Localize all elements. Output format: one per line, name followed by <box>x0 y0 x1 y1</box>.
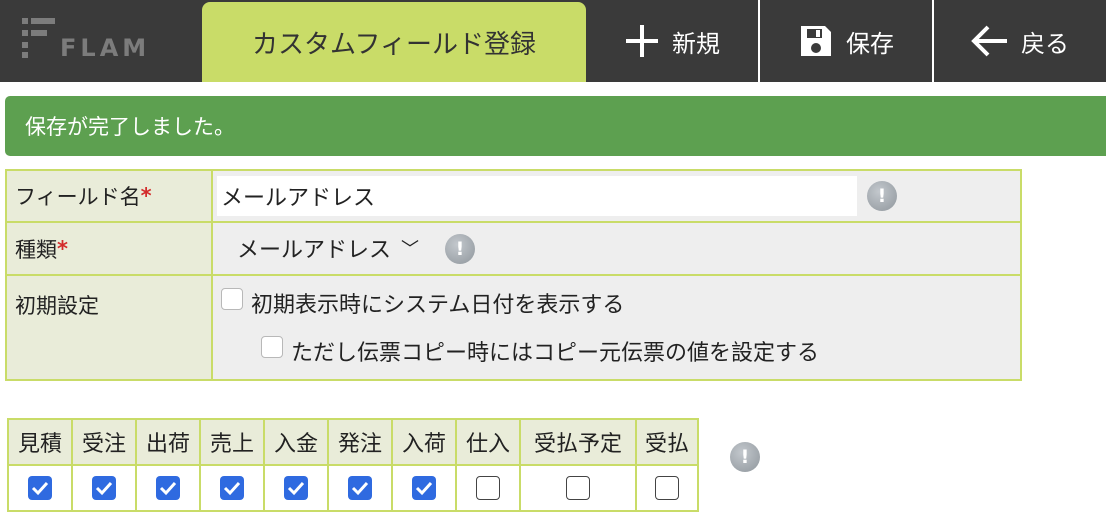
field-name-label-text: フィールド名 <box>15 185 141 209</box>
type-row: 種類 * メールアドレス ﹀ ! <box>7 223 1020 276</box>
column-header: 発注 <box>327 418 393 466</box>
column-header: 見積 <box>7 418 73 466</box>
plus-icon <box>626 25 658 57</box>
flag-checkbox[interactable] <box>156 476 180 500</box>
show-system-date-label: 初期表示時にシステム日付を表示する <box>251 293 625 318</box>
flag-cell <box>327 464 393 512</box>
required-mark: * <box>57 236 68 261</box>
initial-setting-label-text: 初期設定 <box>15 294 99 318</box>
chevron-down-icon: ﹀ <box>401 239 420 260</box>
copy-source-value-label: ただし伝票コピー時にはコピー元伝票の値を設定する <box>291 341 820 366</box>
flag-checkbox[interactable] <box>284 476 308 500</box>
flag-cell <box>263 464 329 512</box>
field-form: フィールド名* ! 種類* メールアドレス ﹀ ! 初期設定 初期表示時にシステ… <box>5 169 1022 381</box>
document-type-info-icon[interactable]: ! <box>730 442 760 472</box>
new-button[interactable]: 新規 <box>586 0 758 82</box>
flag-checkbox[interactable] <box>476 476 500 500</box>
arrow-left-icon <box>971 25 1007 57</box>
initial-setting-row: 初期設定 初期表示時にシステム日付を表示する ただし伝票コピー時にはコピー元伝票… <box>7 276 1020 379</box>
save-button[interactable]: 保存 <box>758 0 932 82</box>
back-button-label: 戻る <box>1021 29 1069 58</box>
flag-checkbox[interactable] <box>412 476 436 500</box>
success-message: 保存が完了しました。 <box>25 115 235 139</box>
flag-cell <box>199 464 265 512</box>
field-name-row: フィールド名* ! <box>7 171 1020 223</box>
flag-checkbox[interactable] <box>566 476 590 500</box>
column-header: 仕入 <box>455 418 521 466</box>
column-header: 入金 <box>263 418 329 466</box>
flag-cell <box>7 464 73 512</box>
type-label: 種類 * <box>7 223 213 274</box>
flag-cell <box>71 464 137 512</box>
type-info-icon[interactable]: ! <box>445 234 475 264</box>
flag-checkbox[interactable] <box>348 476 372 500</box>
page-title: カスタムフィールド登録 <box>252 29 536 60</box>
initial-setting-label: 初期設定 <box>7 276 213 379</box>
new-button-label: 新規 <box>672 29 720 58</box>
flag-checkbox[interactable] <box>220 476 244 500</box>
type-label-text: 種類 <box>15 237 57 262</box>
column-header: 受払 <box>635 418 699 466</box>
flag-cell <box>135 464 201 512</box>
flag-checkbox[interactable] <box>28 476 52 500</box>
logo-mark-icon <box>22 18 55 58</box>
flag-checkbox[interactable] <box>92 476 116 500</box>
save-button-label: 保存 <box>846 29 894 58</box>
page-title-tab: カスタムフィールド登録 <box>202 2 586 82</box>
flag-cell <box>519 464 637 512</box>
column-header: 出荷 <box>135 418 201 466</box>
type-cell: メールアドレス ﹀ ! <box>213 223 1020 274</box>
back-button[interactable]: 戻る <box>932 0 1106 82</box>
column-header: 売上 <box>199 418 265 466</box>
document-type-check-row <box>7 464 699 512</box>
document-type-table: 見積 受注 出荷 売上 入金 発注 入荷 仕入 受払予定 受払 <box>7 418 699 512</box>
type-select[interactable]: メールアドレス ﹀ <box>237 232 419 264</box>
type-select-value: メールアドレス <box>237 238 392 263</box>
column-header: 受払予定 <box>519 418 637 466</box>
field-name-label: フィールド名 * <box>7 171 213 221</box>
flag-cell <box>391 464 457 512</box>
flag-cell <box>635 464 699 512</box>
logo-text: FLAM <box>60 34 151 62</box>
initial-setting-cell: 初期表示時にシステム日付を表示する ただし伝票コピー時にはコピー元伝票の値を設定… <box>213 276 1020 379</box>
column-header: 入荷 <box>391 418 457 466</box>
flag-checkbox[interactable] <box>655 476 679 500</box>
copy-source-value-checkbox[interactable] <box>261 336 283 358</box>
column-header: 受注 <box>71 418 137 466</box>
flag-cell <box>455 464 521 512</box>
save-icon <box>801 26 831 56</box>
field-name-cell: ! <box>213 171 1020 221</box>
show-system-date-checkbox[interactable] <box>221 288 243 310</box>
required-mark: * <box>140 184 152 208</box>
logo[interactable]: FLAM <box>0 0 202 82</box>
document-type-header-row: 見積 受注 出荷 売上 入金 発注 入荷 仕入 受払予定 受払 <box>7 418 699 466</box>
top-bar: FLAM カスタムフィールド登録 新規 保存 戻る <box>0 0 1106 82</box>
field-name-input[interactable] <box>217 176 857 216</box>
field-name-info-icon[interactable]: ! <box>867 181 897 211</box>
success-alert: 保存が完了しました。 <box>5 96 1106 156</box>
